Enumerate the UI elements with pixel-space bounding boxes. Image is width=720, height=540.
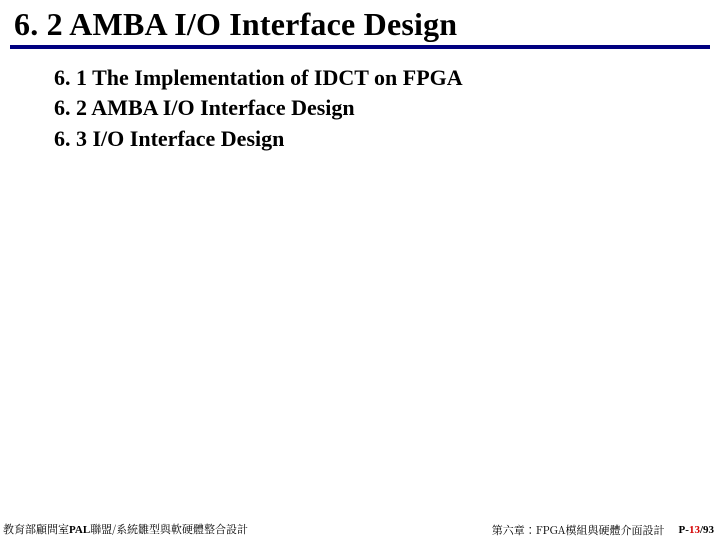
toc-item: 6. 3 I/O Interface Design [54,124,710,154]
footer-center-fpga: FPGA [536,522,566,538]
footer: 教育部顧問室PAL聯盟/系統雛型與軟硬體整合設計 第六章：FPGA模組與硬體介面… [0,523,720,537]
content-area: 6. 1 The Implementation of IDCT on FPGA … [0,49,720,154]
toc-item: 6. 1 The Implementation of IDCT on FPGA [54,63,710,93]
footer-left: 教育部顧問室PAL聯盟/系統雛型與軟硬體整合設計 [0,523,250,537]
page-total: 93 [703,524,714,536]
footer-center-prefix: 第六章： [492,522,536,538]
title-area: 6. 2 AMBA I/O Interface Design [0,0,720,49]
toc-item: 6. 2 AMBA I/O Interface Design [54,93,710,123]
footer-left-suffix: 聯盟/系統雛型與軟硬體整合設計 [90,521,248,537]
footer-center: 第六章：FPGA模組與硬體介面設計 [490,524,667,537]
footer-center-suffix: 模組與硬體介面設計 [566,522,665,538]
slide: 6. 2 AMBA I/O Interface Design 6. 1 The … [0,0,720,540]
page-prefix: P- [679,524,689,536]
slide-title: 6. 2 AMBA I/O Interface Design [10,6,710,49]
page-current: 13 [689,524,700,536]
footer-left-pal: PAL [69,524,90,536]
footer-left-prefix: 教育部顧問室 [3,521,69,537]
page-number: P-13/93 [677,524,720,537]
